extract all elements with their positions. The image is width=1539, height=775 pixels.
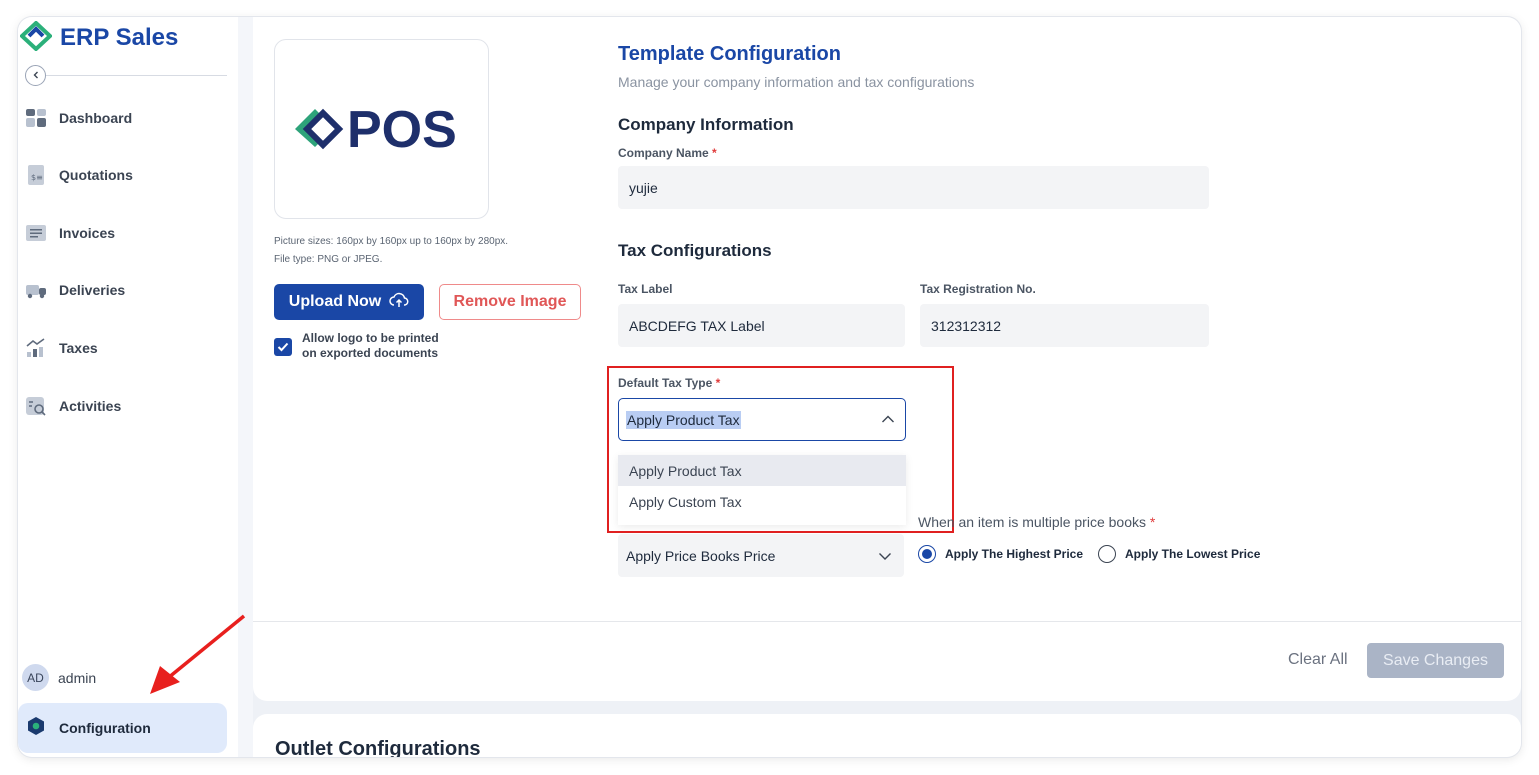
svg-text:$≡: $≡ bbox=[31, 173, 43, 182]
sidebar-item-label: Activities bbox=[59, 398, 122, 414]
page-subtitle: Manage your company information and tax … bbox=[618, 74, 975, 90]
checkmark-icon bbox=[277, 342, 289, 352]
sidebar-item-taxes[interactable]: Taxes bbox=[23, 330, 223, 366]
radio-lowest-price[interactable]: Apply The Lowest Price bbox=[1098, 545, 1260, 563]
chevron-down-icon bbox=[878, 548, 892, 564]
radio-lowest-label: Apply The Lowest Price bbox=[1125, 547, 1261, 561]
invoice-icon bbox=[25, 222, 47, 244]
required-mark: * bbox=[712, 146, 717, 160]
avatar: AD bbox=[22, 664, 49, 691]
sidebar-item-invoices[interactable]: Invoices bbox=[23, 215, 223, 251]
sidebar-item-activities[interactable]: Activities bbox=[23, 388, 223, 424]
user-profile[interactable]: AD admin bbox=[22, 664, 96, 691]
sidebar-item-label: Dashboard bbox=[59, 110, 133, 126]
sidebar-item-label: Configuration bbox=[59, 720, 151, 736]
tax-label-label: Tax Label bbox=[618, 282, 673, 296]
outlet-configuration-card: Outlet Configurations bbox=[253, 714, 1521, 757]
save-changes-button[interactable]: Save Changes bbox=[1367, 643, 1504, 678]
company-section-heading: Company Information bbox=[618, 115, 794, 134]
radio-button-selected[interactable] bbox=[918, 545, 936, 563]
required-mark: * bbox=[1149, 514, 1156, 530]
radio-dot bbox=[922, 549, 932, 559]
template-configuration-card: POS Picture sizes: 160px by 160px up to … bbox=[253, 17, 1521, 701]
cloud-upload-icon bbox=[389, 292, 409, 313]
upload-button-label: Upload Now bbox=[288, 293, 382, 310]
page-title: Template Configuration bbox=[618, 43, 841, 65]
sidebar-item-deliveries[interactable]: Deliveries bbox=[23, 272, 223, 308]
tax-registration-label: Tax Registration No. bbox=[920, 282, 1036, 296]
tax-label-input[interactable]: ABCDEFG TAX Label bbox=[618, 304, 905, 347]
sidebar-divider bbox=[36, 75, 227, 76]
user-name: admin bbox=[58, 669, 97, 686]
sidebar-item-label: Deliveries bbox=[59, 282, 126, 298]
sidebar-item-label: Taxes bbox=[59, 340, 98, 356]
print-logo-label: Allow logo to be printed on exported doc… bbox=[302, 331, 439, 360]
company-name-label: Company Name * bbox=[618, 146, 717, 160]
truck-icon bbox=[25, 279, 47, 301]
logo-preview: POS bbox=[274, 39, 489, 219]
highlight-annotation-box bbox=[607, 366, 954, 533]
company-name-label-text: Company Name bbox=[618, 146, 709, 160]
brand[interactable]: ERP Sales bbox=[19, 19, 179, 56]
erp-logo-icon bbox=[19, 19, 53, 56]
upload-now-button[interactable]: Upload Now bbox=[274, 284, 424, 320]
radio-highest-label: Apply The Highest Price bbox=[945, 547, 1084, 561]
taxes-chart-icon bbox=[25, 337, 47, 359]
hexagon-settings-icon bbox=[27, 716, 45, 741]
sidebar-item-quotations[interactable]: $≡ Quotations bbox=[23, 157, 223, 193]
price-books-select[interactable]: Apply Price Books Price bbox=[618, 534, 904, 577]
multiple-price-books-label: When an item is multiple price books * bbox=[918, 514, 1155, 530]
annotation-arrow-icon bbox=[150, 614, 246, 694]
brand-title: ERP Sales bbox=[60, 24, 179, 51]
print-logo-checkbox[interactable] bbox=[274, 338, 292, 356]
company-name-input[interactable]: yujie bbox=[618, 166, 1209, 209]
quotation-icon: $≡ bbox=[25, 164, 47, 186]
outlet-section-title: Outlet Configurations bbox=[275, 738, 481, 757]
logo-requirements: Picture sizes: 160px by 160px up to 160p… bbox=[274, 233, 508, 269]
sidebar-item-configuration[interactable]: Configuration bbox=[18, 703, 227, 753]
remove-image-button[interactable]: Remove Image bbox=[439, 284, 581, 320]
company-logo-image: POS bbox=[294, 101, 457, 159]
chevron-left-icon bbox=[31, 67, 41, 85]
sidebar-item-dashboard[interactable]: Dashboard bbox=[23, 100, 223, 136]
collapse-sidebar-button[interactable] bbox=[25, 65, 46, 86]
multiple-price-books-label-text: When an item is multiple price books bbox=[918, 514, 1146, 530]
sidebar-item-label: Invoices bbox=[59, 225, 116, 241]
sidebar-item-label: Quotations bbox=[59, 167, 133, 183]
radio-highest-price[interactable]: Apply The Highest Price bbox=[918, 545, 1083, 563]
radio-button[interactable] bbox=[1098, 545, 1116, 563]
price-books-value: Apply Price Books Price bbox=[626, 547, 776, 564]
footer-divider bbox=[253, 621, 1521, 622]
dashboard-icon bbox=[25, 107, 47, 129]
clear-all-button[interactable]: Clear All bbox=[1288, 651, 1348, 669]
logo-size-note: Picture sizes: 160px by 160px up to 160p… bbox=[274, 236, 509, 247]
tax-section-heading: Tax Configurations bbox=[618, 241, 772, 260]
logo-filetype-note: File type: PNG or JPEG. bbox=[274, 254, 383, 265]
tax-registration-input[interactable]: 312312312 bbox=[920, 304, 1209, 347]
print-logo-option: Allow logo to be printed on exported doc… bbox=[274, 331, 452, 361]
svg-text:POS: POS bbox=[347, 101, 457, 159]
activities-icon bbox=[25, 395, 47, 417]
